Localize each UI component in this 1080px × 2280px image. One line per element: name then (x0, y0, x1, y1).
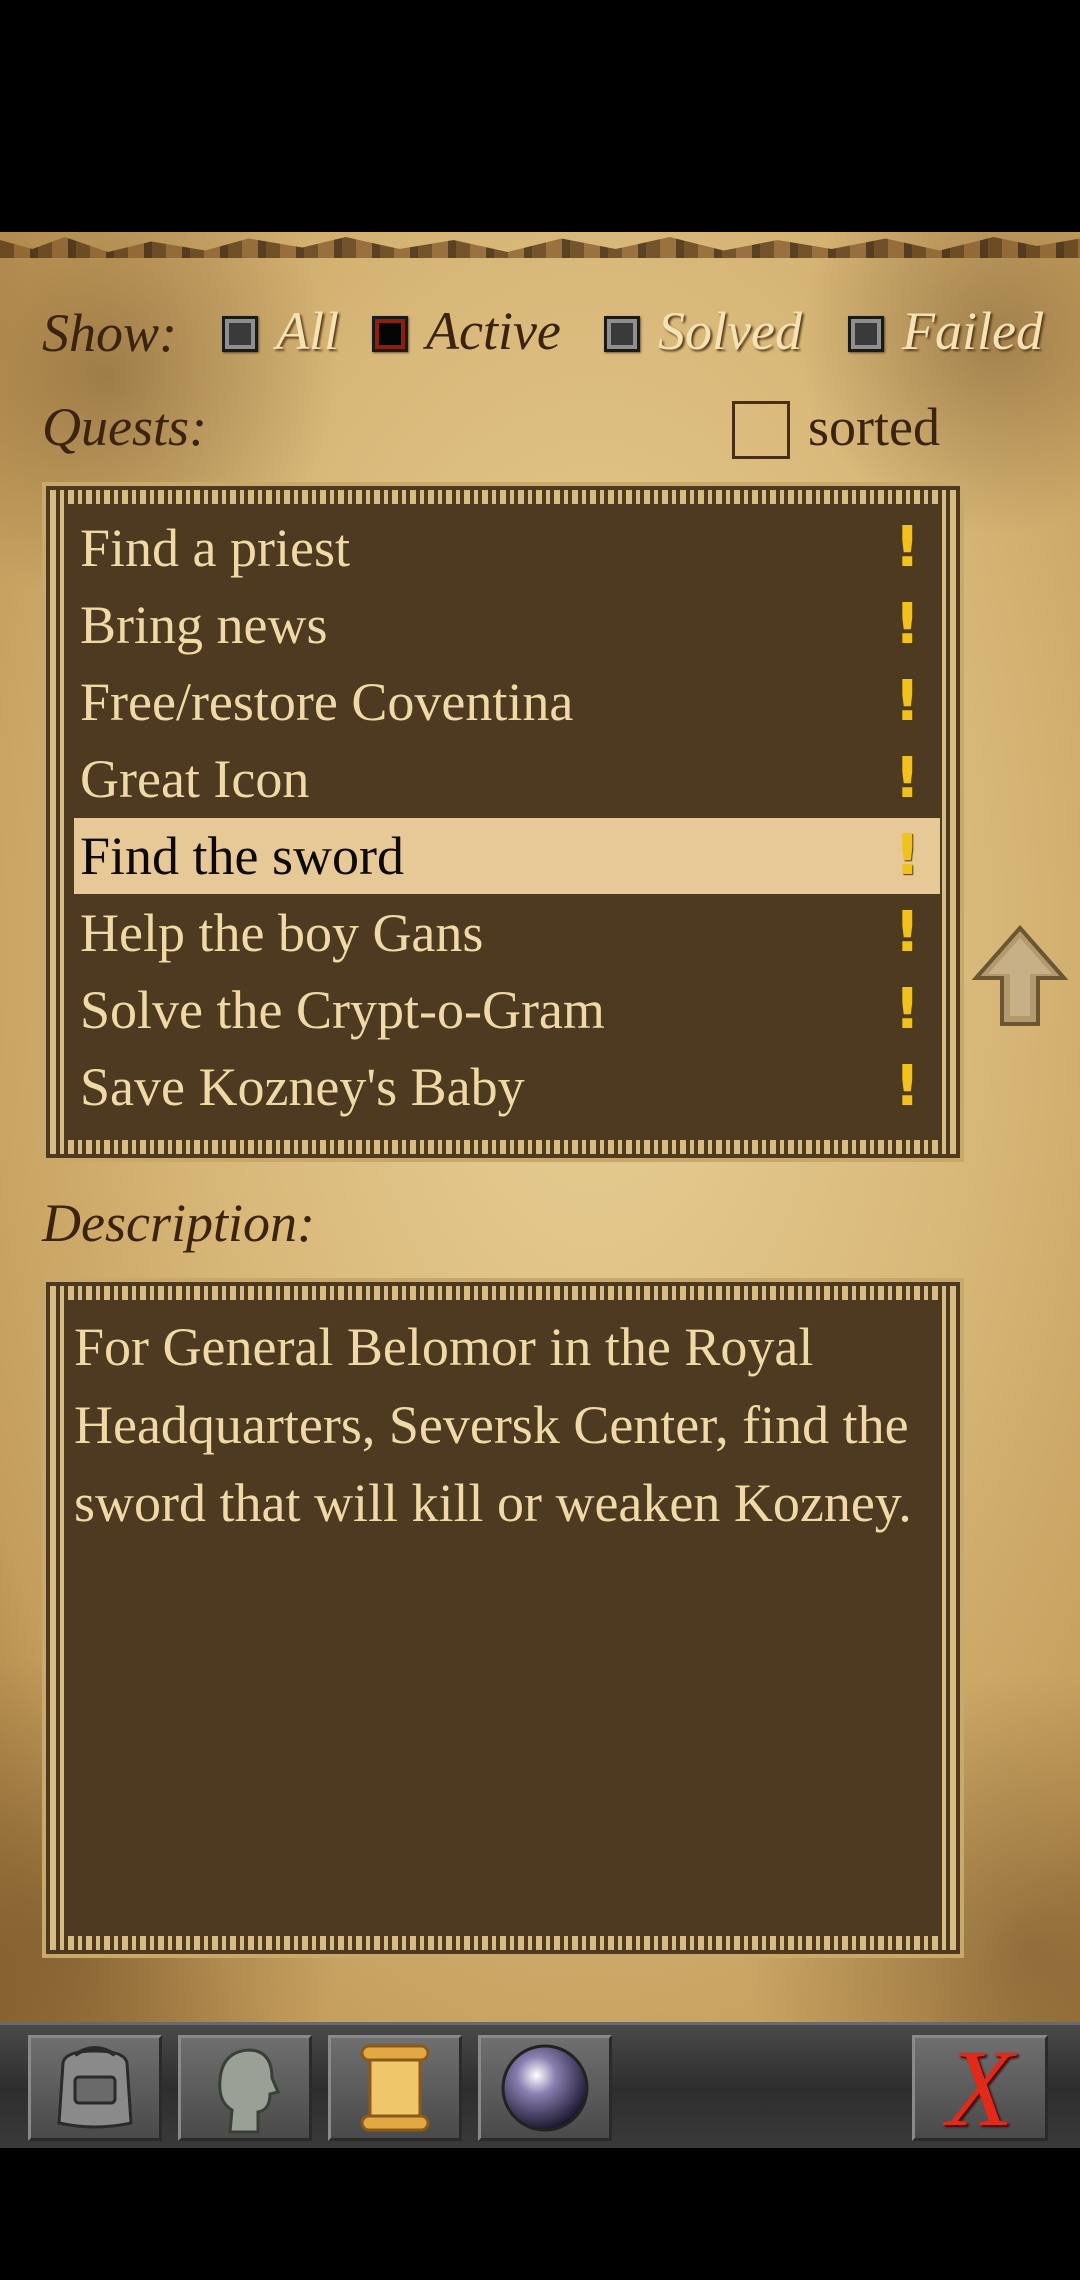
description-panel: For General Belomor in the Royal Headqua… (42, 1278, 964, 1958)
filter-solved-checkbox[interactable] (604, 316, 640, 352)
active-marker-icon: ! (894, 977, 920, 1042)
active-marker-icon: ! (894, 823, 920, 888)
sorted-checkbox[interactable] (732, 401, 790, 459)
active-marker-icon: ! (894, 515, 920, 580)
quests-header: Quests: (42, 397, 207, 457)
filter-solved-label[interactable]: Solved (658, 300, 802, 362)
active-marker-icon: ! (894, 900, 920, 965)
quest-title: Help the boy Gans (80, 903, 484, 963)
quest-item[interactable]: Great Icon ! (74, 741, 940, 817)
quest-item-selected[interactable]: Find the sword ! (74, 818, 940, 894)
crystal-orb-icon (501, 2044, 589, 2132)
filter-active-label[interactable]: Active (426, 300, 561, 362)
active-marker-icon: ! (894, 746, 920, 811)
filter-failed-checkbox[interactable] (848, 316, 884, 352)
close-icon: X (946, 2027, 1014, 2149)
quest-item[interactable]: Bring news ! (74, 587, 940, 663)
bottom-bar-background (0, 2148, 1080, 2280)
quest-title: Solve the Crypt-o-Gram (80, 980, 605, 1040)
quest-item[interactable]: Find a priest ! (74, 510, 940, 586)
filter-failed-label[interactable]: Failed (902, 300, 1043, 362)
active-marker-icon: ! (894, 592, 920, 657)
character-button[interactable] (178, 2035, 312, 2141)
quest-journal-button[interactable] (328, 2035, 462, 2141)
active-marker-icon: ! (894, 1054, 920, 1119)
filter-active-checkbox[interactable] (372, 316, 408, 352)
quest-title: Save Kozney's Baby (80, 1057, 525, 1117)
quest-title: Find the sword (80, 826, 404, 886)
quest-title: Great Icon (80, 749, 310, 809)
filter-all-checkbox[interactable] (222, 316, 258, 352)
description-header: Description: (42, 1193, 315, 1253)
bottom-toolbar: X (0, 2022, 1080, 2154)
scroll-icon (360, 2044, 430, 2132)
description-text: For General Belomor in the Royal Headqua… (74, 1317, 912, 1533)
filter-all-label[interactable]: All (276, 300, 339, 362)
quest-list: Find a priest ! Bring news ! Free/restor… (42, 482, 964, 1162)
active-marker-icon: ! (894, 669, 920, 734)
backpack-icon (57, 2046, 133, 2129)
quest-title: Bring news (80, 595, 328, 655)
quest-item[interactable]: Solve the Crypt-o-Gram ! (74, 972, 940, 1048)
quest-item[interactable]: Free/restore Coventina ! (74, 664, 940, 740)
inventory-button[interactable] (28, 2035, 162, 2141)
close-button[interactable]: X (912, 2027, 1048, 2149)
quest-item[interactable]: Save Kozney's Baby ! (74, 1049, 940, 1125)
magic-button[interactable] (478, 2035, 612, 2141)
quest-item[interactable]: Help the boy Gans ! (74, 895, 940, 971)
sorted-label[interactable]: sorted (808, 396, 940, 458)
show-label: Show: (42, 303, 177, 363)
quest-title: Find a priest (80, 518, 350, 578)
head-icon (218, 2048, 281, 2134)
scroll-up-arrow-icon[interactable] (972, 924, 1068, 1030)
quest-title: Free/restore Coventina (80, 672, 574, 732)
